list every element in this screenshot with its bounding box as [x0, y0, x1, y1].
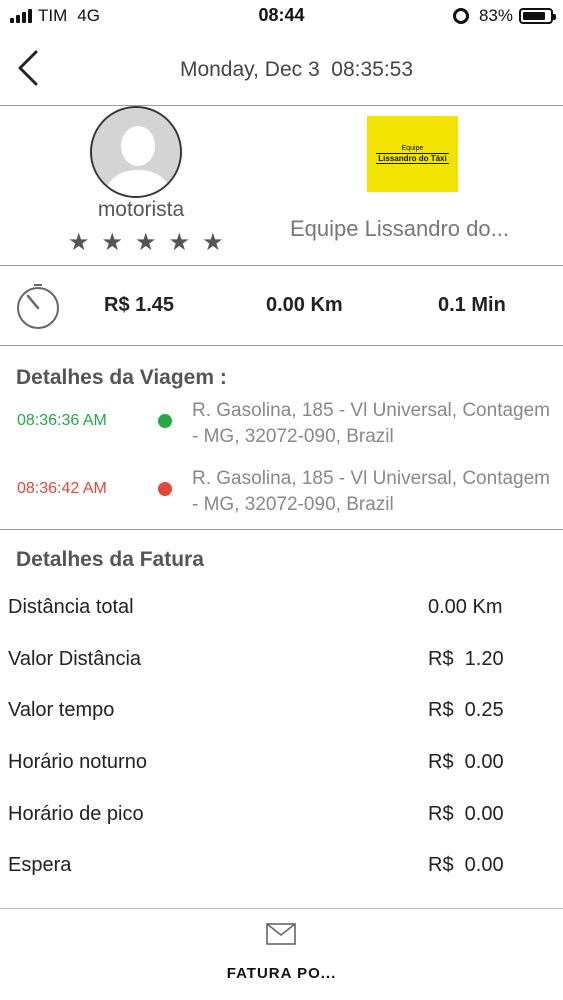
start-dot-icon: [158, 414, 172, 428]
company-name: Equipe Lissandro do...: [290, 216, 509, 241]
invoice-value: R$ 0.25: [428, 699, 504, 721]
alarm-icon: [452, 8, 469, 24]
send-invoice-button[interactable]: FATURA PO...: [0, 908, 563, 1000]
rating-stars: ★ ★ ★ ★ ★: [68, 228, 238, 257]
start-time: 08:36:36 AM: [17, 412, 107, 429]
invoice-value: 0.00 Km: [428, 596, 503, 618]
star-icon: ★: [101, 229, 124, 256]
battery-percent: 83%: [478, 6, 513, 25]
person-silhouette-icon: [92, 108, 180, 196]
invoice-row: Horário noturno R$ 0.00: [0, 751, 563, 803]
invoice-value: R$ 1.20: [428, 648, 504, 670]
driver-profile: motorista ★ ★ ★ ★ ★ Equipe Lissandro do Táxi…: [0, 106, 563, 266]
invoice-label: Valor tempo: [8, 699, 115, 721]
invoice-title: Detalhes da Fatura: [16, 548, 204, 571]
distance-total: 0.00 Km: [266, 294, 343, 316]
invoice-row: Valor Distância R$ 1.20: [0, 648, 563, 700]
star-icon: ★: [68, 229, 90, 256]
invoice-value: R$ 0.00: [428, 854, 504, 876]
invoice-label: Distância total: [8, 596, 134, 618]
invoice-label: Horário noturno: [8, 751, 147, 773]
end-address: R. Gasolina, 185 - Vl Universal, Contage…: [192, 468, 550, 515]
company-logo: Equipe Lissandro do Táxi: [367, 116, 458, 192]
invoice-row: Valor tempo R$ 0.25: [0, 699, 563, 751]
end-dot-icon: [158, 482, 172, 496]
invoice-row: Distância total 0.00 Km: [0, 596, 563, 648]
invoice-row: Espera R$ 0.00: [0, 854, 563, 906]
star-icon: ★: [202, 229, 224, 256]
logo-main-text: Lissandro do Táxi: [376, 152, 449, 164]
trip-details: Detalhes da Viagem : 08:36:36 AM R. Gaso…: [0, 346, 563, 530]
invoice-label: Horário de pico: [8, 803, 144, 825]
status-right: 83%: [452, 6, 556, 26]
status-bar: TIM 4G 08:44 83%: [0, 0, 563, 34]
mail-icon[interactable]: [266, 923, 296, 945]
page-title: Monday, Dec 3 08:35:53: [179, 58, 414, 81]
invoice-value: R$ 0.00: [428, 751, 504, 773]
start-address: R. Gasolina, 185 - Vl Universal, Contage…: [192, 400, 550, 447]
invoice-details: Detalhes da Fatura Distância total 0.00 …: [0, 530, 563, 908]
fare-total: R$ 1.45: [104, 294, 175, 316]
star-icon: ★: [168, 229, 191, 256]
avatar: [90, 106, 182, 198]
driver-name: motorista: [97, 198, 185, 221]
battery-icon: [519, 8, 556, 24]
invoice-value: R$ 0.00: [428, 803, 504, 825]
trip-summary: R$ 1.45 0.00 Km 0.1 Min: [0, 266, 563, 346]
logo-top-text: Equipe: [401, 144, 424, 152]
star-icon: ★: [135, 229, 157, 256]
end-time: 08:36:42 AM: [17, 480, 107, 497]
stopwatch-icon: [17, 284, 59, 329]
header: Monday, Dec 3 08:35:53: [0, 34, 563, 106]
invoice-label: Espera: [8, 854, 72, 876]
trip-details-title: Detalhes da Viagem :: [16, 366, 227, 389]
duration-total: 0.1 Min: [438, 294, 506, 316]
send-invoice-label[interactable]: FATURA PO...: [0, 965, 563, 982]
invoice-label: Valor Distância: [8, 648, 142, 670]
invoice-row: Horário de pico R$ 0.00: [0, 803, 563, 855]
